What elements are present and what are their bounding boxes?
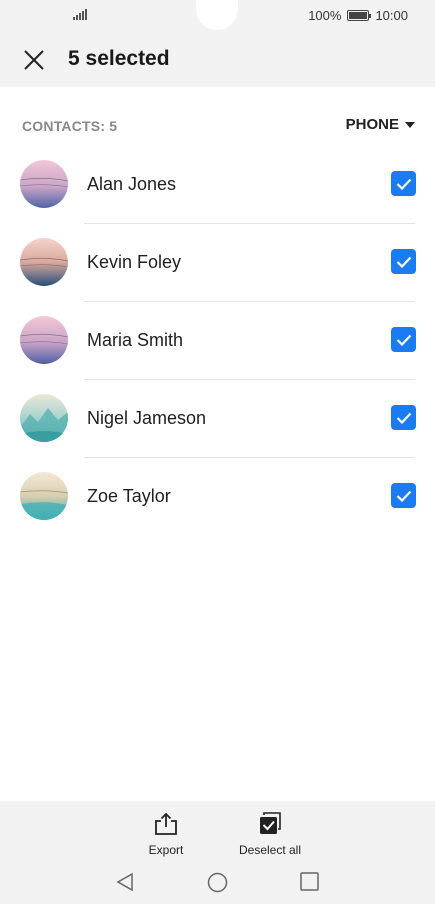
nav-recents-button[interactable] [300, 872, 319, 896]
checkmark-icon [396, 256, 411, 268]
selection-header: 5 selected [0, 32, 435, 87]
nav-home-button[interactable] [207, 872, 228, 898]
export-button[interactable]: Export [140, 811, 192, 857]
deselect-all-label: Deselect all [238, 843, 302, 857]
contact-list: Alan Jones Kevin Foley Maria Smith Nigel… [0, 146, 435, 536]
contact-checkbox[interactable] [391, 171, 416, 196]
deselect-all-icon [260, 812, 281, 834]
checkmark-icon [396, 334, 411, 346]
battery-percent: 100% [308, 8, 342, 23]
contact-checkbox[interactable] [391, 327, 416, 352]
avatar [20, 394, 68, 442]
avatar [20, 316, 68, 364]
checkmark-icon [396, 412, 411, 424]
contacts-count: CONTACTS: 5 [22, 118, 118, 134]
close-icon [24, 50, 44, 70]
nav-back-button[interactable] [115, 872, 135, 897]
avatar [20, 160, 68, 208]
list-item[interactable]: Nigel Jameson [0, 380, 435, 458]
status-indicators: 100% 10:00 [308, 8, 408, 23]
system-navigation-bar [0, 868, 435, 898]
recents-square-icon [300, 872, 319, 891]
page-title: 5 selected [68, 47, 170, 70]
deselect-all-button[interactable]: Deselect all [230, 811, 310, 857]
filter-label: PHONE [345, 116, 399, 133]
list-item[interactable]: Kevin Foley [0, 224, 435, 302]
checkmark-icon [396, 178, 411, 190]
signal-icon [73, 9, 87, 20]
home-circle-icon [207, 872, 228, 893]
contact-checkbox[interactable] [391, 483, 416, 508]
contact-name: Kevin Foley [87, 252, 182, 272]
contact-name: Zoe Taylor [87, 486, 171, 506]
contact-name: Nigel Jameson [87, 408, 207, 428]
phone-filter-dropdown[interactable]: PHONE [346, 116, 415, 133]
status-bar: 100% 10:00 [0, 0, 435, 32]
back-triangle-icon [116, 872, 133, 892]
bottom-action-bar: Export Deselect all [0, 801, 435, 904]
list-item[interactable]: Maria Smith [0, 302, 435, 380]
list-item[interactable]: Alan Jones [0, 146, 435, 224]
list-header: CONTACTS: 5 PHONE [0, 112, 435, 140]
camera-notch [196, 0, 238, 30]
list-item[interactable]: Zoe Taylor [0, 458, 435, 536]
contact-checkbox[interactable] [391, 405, 416, 430]
battery-icon [347, 10, 372, 21]
close-button[interactable] [18, 44, 50, 76]
avatar [20, 238, 68, 286]
contact-name: Maria Smith [87, 330, 184, 350]
contact-checkbox[interactable] [391, 249, 416, 274]
checkmark-icon [396, 490, 411, 502]
dropdown-caret-icon [405, 121, 415, 128]
export-label: Export [148, 843, 184, 857]
export-icon [155, 812, 177, 835]
contact-name: Alan Jones [87, 174, 177, 194]
clock: 10:00 [375, 8, 408, 23]
avatar [20, 472, 68, 520]
